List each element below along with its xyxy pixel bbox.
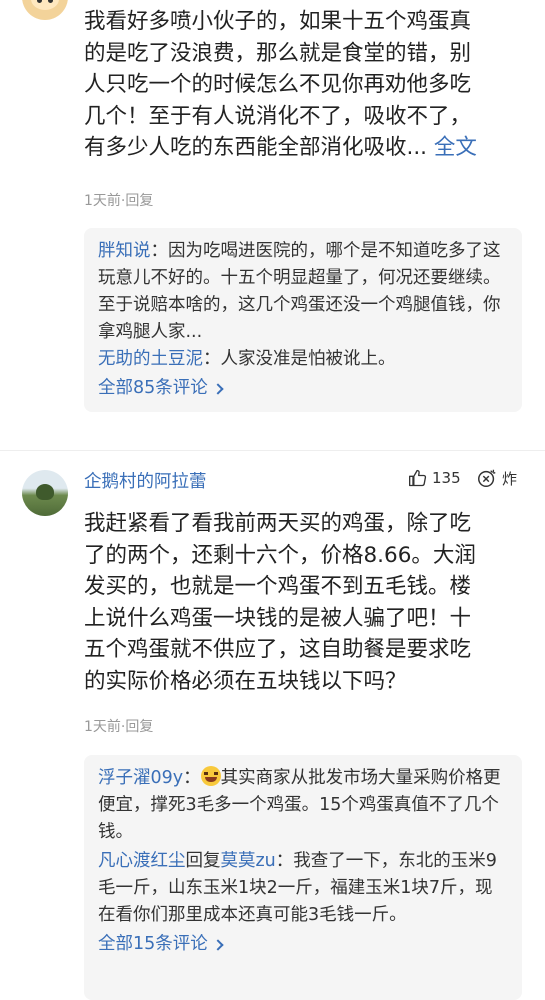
comment-line: 几个！至于有人说消化不了，吸收不了， <box>84 103 472 129</box>
fire-button[interactable]: 炸 <box>476 467 517 489</box>
reply-item[interactable]: 凡心渡红尘回复莫莫zu：我查了一下，东北的玉米9毛一斤，山东玉米1块2一斤，福建… <box>98 848 508 929</box>
view-all-replies-link[interactable]: 全部15条评论 <box>98 931 508 958</box>
reply-target[interactable]: 莫莫zu <box>221 851 276 871</box>
comment-line: 人只吃一个的时候怎么不见你再劝他多吃 <box>84 72 472 97</box>
avatar[interactable] <box>22 470 68 516</box>
reply-author[interactable]: 浮子濯09y <box>98 768 183 788</box>
reply-author[interactable]: 无助的土豆泥 <box>98 349 203 369</box>
reply-box: 浮子濯09y： 其实商家从批发市场大量采购价格更便宜，撑死3毛多一个鸡蛋。15个鸡… <box>84 755 522 1000</box>
view-all-replies-label: 全部15条评论 <box>98 934 208 954</box>
comment-line: 有多少人吃的东西能全部消化吸收... <box>84 135 428 160</box>
comment-line: 的实际价格必须在五块钱以下吗？ <box>84 668 407 694</box>
reply-word: 回复 <box>185 851 221 871</box>
reply-item[interactable]: 无助的土豆泥：人家没准是怕被讹上。 <box>98 346 508 373</box>
divider <box>0 450 545 451</box>
view-all-replies-link[interactable]: 全部85条评论 <box>98 375 508 402</box>
comment-line: 发买的，也就是一个鸡蛋不到五毛钱。楼 <box>84 574 472 599</box>
like-count: 135 <box>432 469 461 487</box>
comment-line: 了的两个，还剩十六个，价格8.66。大润 <box>84 542 476 568</box>
like-button[interactable]: 135 <box>408 468 461 488</box>
reply-box: 胖知说：因为吃喝进医院的，哪个是不知道吃多了这玩意儿不好的。十五个明显超量了，何… <box>84 228 522 412</box>
comment-username[interactable]: 企鹅村的阿拉蕾 <box>84 468 207 493</box>
comment-line: 我看好多喷小伙子的，如果十五个鸡蛋真 <box>84 9 472 34</box>
comment-meta[interactable]: 1天前·回复 <box>84 716 153 736</box>
reply-text: ：人家没准是怕被讹上。 <box>203 349 396 369</box>
full-text-link[interactable]: 全文 <box>427 135 477 160</box>
chevron-right-icon <box>212 382 224 395</box>
avatar-tree <box>36 484 54 500</box>
laugh-emoji-icon <box>200 766 221 786</box>
comment-line: 我赶紧看了看我前两天买的鸡蛋，除了吃 <box>84 511 472 536</box>
comment-line: 上说什么鸡蛋一块钱的是被人骗了吧！十 <box>84 605 472 631</box>
comment-body: 我看好多喷小伙子的，如果十五个鸡蛋真 的是吃了没浪费，那么就是食堂的错，别 人只… <box>84 6 524 164</box>
reply-item[interactable]: 浮子濯09y： 其实商家从批发市场大量采购价格更便宜，撑死3毛多一个鸡蛋。15个鸡… <box>98 765 508 846</box>
reply-item[interactable]: 胖知说：因为吃喝进医院的，哪个是不知道吃多了这玩意儿不好的。十五个明显超量了，何… <box>98 238 508 346</box>
avatar[interactable] <box>22 0 68 20</box>
fire-icon <box>478 469 496 487</box>
reply-author[interactable]: 凡心渡红尘 <box>98 851 186 871</box>
comment-body: 我赶紧看了看我前两天买的鸡蛋，除了吃 了的两个，还剩十六个，价格8.66。大润 … <box>84 508 524 697</box>
comment-line: 五个鸡蛋就不供应了，这自助餐是要求吃 <box>84 637 472 662</box>
comment-meta[interactable]: 1天前·回复 <box>84 190 153 210</box>
chevron-right-icon <box>212 938 224 951</box>
fire-label: 炸 <box>502 469 518 488</box>
reply-author[interactable]: 胖知说 <box>98 241 151 261</box>
reply-text: ：因为吃喝进医院的，哪个是不知道吃多了这玩意儿不好的。十五个明显超量了，何况还要… <box>98 241 501 342</box>
comment-line: 的是吃了没浪费，那么就是食堂的错，别 <box>84 40 472 66</box>
thumb-up-icon <box>409 469 427 487</box>
view-all-replies-label: 全部85条评论 <box>98 378 208 398</box>
avatar-face <box>31 0 59 10</box>
